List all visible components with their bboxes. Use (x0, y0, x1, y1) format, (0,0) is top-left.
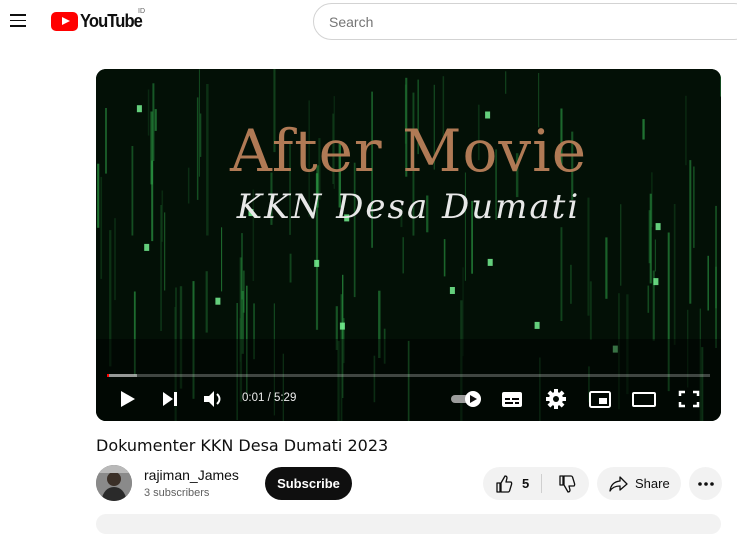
fullscreen-icon (678, 390, 700, 408)
youtube-logo[interactable]: YouTube (51, 10, 147, 32)
fullscreen-button[interactable] (676, 385, 702, 413)
logo-text: YouTube (80, 10, 143, 31)
divider (541, 474, 542, 493)
channel-avatar[interactable] (96, 465, 132, 501)
settings-button[interactable] (543, 385, 569, 413)
dislike-icon (559, 474, 576, 493)
buffered-bar (107, 374, 138, 377)
share-button[interactable]: Share (597, 467, 681, 500)
miniplayer-button[interactable] (587, 385, 613, 413)
autoplay-toggle-icon (451, 391, 481, 407)
next-button[interactable] (159, 385, 183, 413)
captions-icon (502, 392, 522, 407)
miniplayer-icon (589, 391, 611, 408)
captions-button[interactable] (499, 385, 525, 413)
avatar-image (96, 465, 132, 501)
country-code: ID (138, 8, 145, 15)
time-display: 0:01 / 5:29 (242, 392, 297, 404)
like-count: 5 (522, 476, 530, 491)
volume-button[interactable] (201, 385, 227, 413)
next-icon (163, 392, 177, 406)
more-icon (697, 481, 714, 486)
youtube-logo-icon (51, 11, 78, 31)
progress-bar[interactable] (107, 374, 710, 377)
like-icon (496, 474, 513, 493)
channel-name[interactable]: rajiman_James (144, 467, 239, 483)
subscriber-count: 3 subscribers (144, 487, 210, 499)
like-button[interactable]: 5 (483, 467, 541, 500)
subscribe-button[interactable]: Subscribe (265, 467, 352, 500)
menu-icon[interactable] (8, 11, 30, 29)
play-button[interactable] (116, 385, 140, 413)
autoplay-toggle[interactable] (449, 385, 485, 413)
search-input[interactable] (313, 3, 737, 40)
video-player[interactable]: After Movie KKN Desa Dumati 0:01 / 5:29 (96, 69, 721, 421)
share-label: Share (635, 476, 670, 491)
top-bar: YouTube ID (0, 0, 737, 44)
share-icon (609, 475, 628, 492)
theater-mode-icon (632, 392, 656, 407)
like-dislike-group: 5 (483, 467, 589, 500)
settings-icon (546, 389, 566, 409)
dislike-button[interactable] (545, 467, 589, 500)
video-overlay-title: After Movie (229, 117, 588, 185)
video-overlay-subtitle: KKN Desa Dumati (236, 187, 581, 227)
video-title: Dokumenter KKN Desa Dumati 2023 (96, 436, 389, 455)
more-actions-button[interactable] (689, 467, 722, 500)
played-bar (107, 374, 109, 377)
volume-icon (204, 391, 221, 407)
play-icon (121, 391, 135, 407)
theater-mode-button[interactable] (630, 385, 658, 413)
description-box[interactable] (96, 514, 721, 534)
